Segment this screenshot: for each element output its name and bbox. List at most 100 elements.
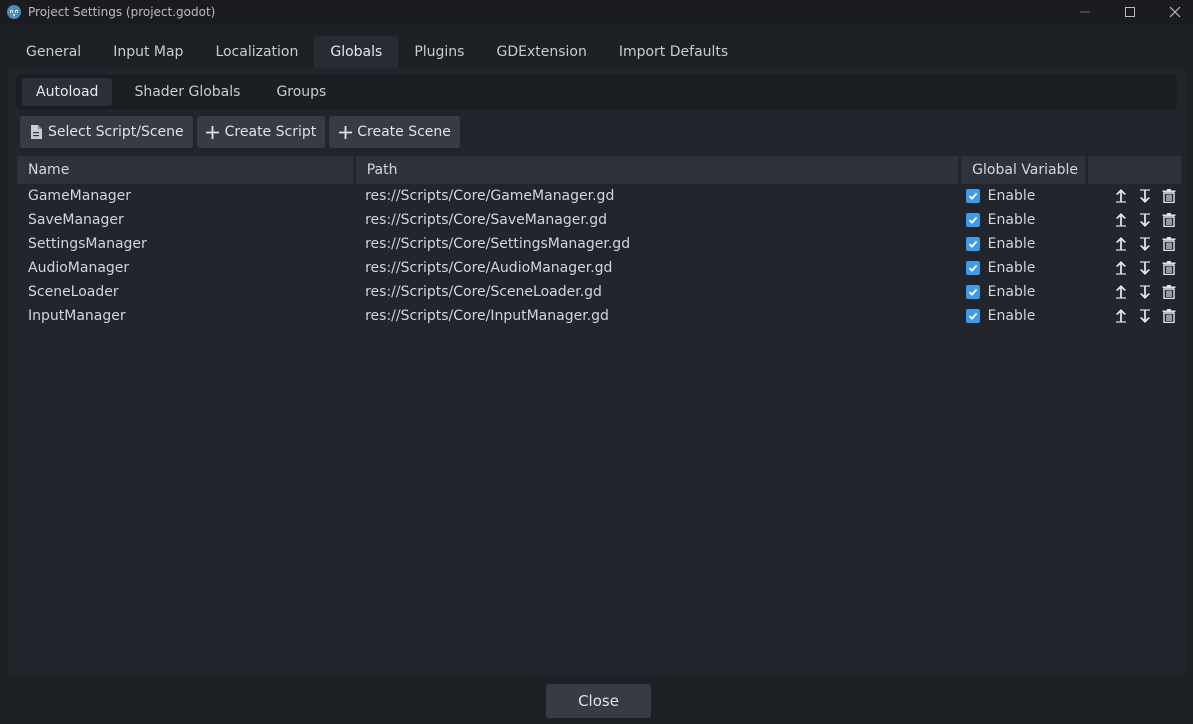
remove-button[interactable] (1157, 282, 1181, 302)
globals-subtabs: Autoload Shader Globals Groups (16, 74, 1177, 110)
autoload-name[interactable]: SettingsManager (17, 236, 354, 252)
global-variable-cell: Enable (957, 284, 1081, 300)
move-down-button[interactable] (1133, 306, 1157, 326)
global-variable-cell: Enable (957, 260, 1081, 276)
window-title: Project Settings (project.godot) (28, 5, 216, 19)
plus-icon (206, 125, 220, 139)
trash-icon (1162, 189, 1176, 203)
move-up-button[interactable] (1109, 234, 1133, 254)
global-variable-cell: Enable (957, 188, 1081, 204)
checkmark-icon (968, 192, 977, 200)
enable-label: Enable (987, 308, 1036, 324)
close-button[interactable]: Close (546, 684, 651, 718)
move-up-button[interactable] (1109, 306, 1133, 326)
enable-label: Enable (987, 284, 1036, 300)
remove-button[interactable] (1157, 306, 1181, 326)
create-script-label: Create Script (224, 124, 317, 140)
move-up-button[interactable] (1109, 186, 1133, 206)
column-header-path: Path (355, 156, 959, 184)
subtab-autoload[interactable]: Autoload (22, 78, 113, 106)
remove-button[interactable] (1157, 186, 1181, 206)
autoload-name[interactable]: SceneLoader (17, 284, 354, 300)
tab-gdextension[interactable]: GDExtension (480, 36, 602, 68)
title-bar[interactable]: Project Settings (project.godot) (0, 0, 1193, 24)
enable-checkbox[interactable] (965, 213, 980, 227)
table-row[interactable]: InputManager res://Scripts/Core/InputMan… (17, 304, 1181, 328)
autoload-name[interactable]: InputManager (17, 308, 354, 324)
move-down-button[interactable] (1133, 210, 1157, 230)
row-actions (1109, 186, 1181, 206)
arrow-down-icon (1140, 309, 1150, 323)
move-up-button[interactable] (1109, 258, 1133, 278)
autoload-path[interactable]: res://Scripts/Core/GameManager.gd (354, 188, 957, 204)
table-row[interactable]: SceneLoader res://Scripts/Core/SceneLoad… (17, 280, 1181, 304)
tab-import-defaults[interactable]: Import Defaults (603, 36, 744, 68)
remove-button[interactable] (1157, 210, 1181, 230)
settings-tabs: General Input Map Localization Globals P… (10, 36, 744, 68)
enable-checkbox[interactable] (965, 309, 980, 323)
move-down-button[interactable] (1133, 234, 1157, 254)
subtab-groups[interactable]: Groups (262, 78, 340, 106)
move-up-button[interactable] (1109, 210, 1133, 230)
create-script-button[interactable]: Create Script (196, 116, 326, 148)
maximize-icon (1125, 7, 1135, 17)
checkmark-icon (968, 288, 977, 296)
subtab-shader-globals[interactable]: Shader Globals (120, 78, 254, 106)
table-row[interactable]: AudioManager res://Scripts/Core/AudioMan… (17, 256, 1181, 280)
autoload-path[interactable]: res://Scripts/Core/SceneLoader.gd (354, 284, 957, 300)
globals-panel: Autoload Shader Globals Groups Select Sc… (8, 68, 1185, 676)
maximize-button[interactable] (1108, 0, 1152, 24)
select-script-scene-button[interactable]: Select Script/Scene (20, 116, 193, 148)
autoload-name[interactable]: AudioManager (17, 260, 354, 276)
move-up-button[interactable] (1109, 282, 1133, 302)
autoload-name[interactable]: GameManager (17, 188, 354, 204)
enable-label: Enable (987, 188, 1036, 204)
tab-plugins[interactable]: Plugins (398, 36, 480, 68)
minimize-icon (1080, 11, 1090, 13)
close-window-button[interactable] (1153, 0, 1193, 24)
autoload-path[interactable]: res://Scripts/Core/SettingsManager.gd (354, 236, 957, 252)
global-variable-cell: Enable (957, 308, 1081, 324)
arrow-up-icon (1116, 213, 1126, 227)
autoload-path[interactable]: res://Scripts/Core/AudioManager.gd (354, 260, 957, 276)
checkmark-icon (968, 264, 977, 272)
table-row[interactable]: GameManager res://Scripts/Core/GameManag… (17, 184, 1181, 208)
remove-button[interactable] (1157, 258, 1181, 278)
autoload-toolbar: Select Script/Scene Create Script Create… (20, 116, 464, 148)
enable-label: Enable (987, 212, 1036, 228)
enable-checkbox[interactable] (965, 189, 980, 203)
create-scene-label: Create Scene (357, 124, 451, 140)
table-row[interactable]: SaveManager res://Scripts/Core/SaveManag… (17, 208, 1181, 232)
move-down-button[interactable] (1133, 258, 1157, 278)
column-header-name: Name (17, 156, 353, 184)
enable-checkbox[interactable] (965, 261, 980, 275)
global-variable-cell: Enable (957, 236, 1081, 252)
row-actions (1109, 258, 1181, 278)
autoload-table: Name Path Global Variable GameManager re… (17, 156, 1181, 328)
tab-general[interactable]: General (10, 36, 97, 68)
enable-checkbox[interactable] (965, 237, 980, 251)
autoload-name[interactable]: SaveManager (17, 212, 354, 228)
trash-icon (1162, 213, 1176, 227)
row-actions (1109, 306, 1181, 326)
row-actions (1109, 234, 1181, 254)
arrow-down-icon (1140, 189, 1150, 203)
autoload-path[interactable]: res://Scripts/Core/InputManager.gd (354, 308, 957, 324)
table-row[interactable]: SettingsManager res://Scripts/Core/Setti… (17, 232, 1181, 256)
trash-icon (1162, 237, 1176, 251)
arrow-up-icon (1116, 261, 1126, 275)
move-down-button[interactable] (1133, 186, 1157, 206)
create-scene-button[interactable]: Create Scene (329, 116, 460, 148)
column-header-global-variable: Global Variable (961, 156, 1086, 184)
remove-button[interactable] (1157, 234, 1181, 254)
plus-icon (338, 125, 352, 139)
move-down-button[interactable] (1133, 282, 1157, 302)
minimize-button[interactable] (1063, 0, 1107, 24)
autoload-path[interactable]: res://Scripts/Core/SaveManager.gd (354, 212, 957, 228)
tab-input-map[interactable]: Input Map (97, 36, 199, 68)
enable-checkbox[interactable] (965, 285, 980, 299)
tab-globals[interactable]: Globals (314, 36, 399, 68)
tab-localization[interactable]: Localization (199, 36, 314, 68)
row-actions (1109, 282, 1181, 302)
arrow-down-icon (1140, 213, 1150, 227)
